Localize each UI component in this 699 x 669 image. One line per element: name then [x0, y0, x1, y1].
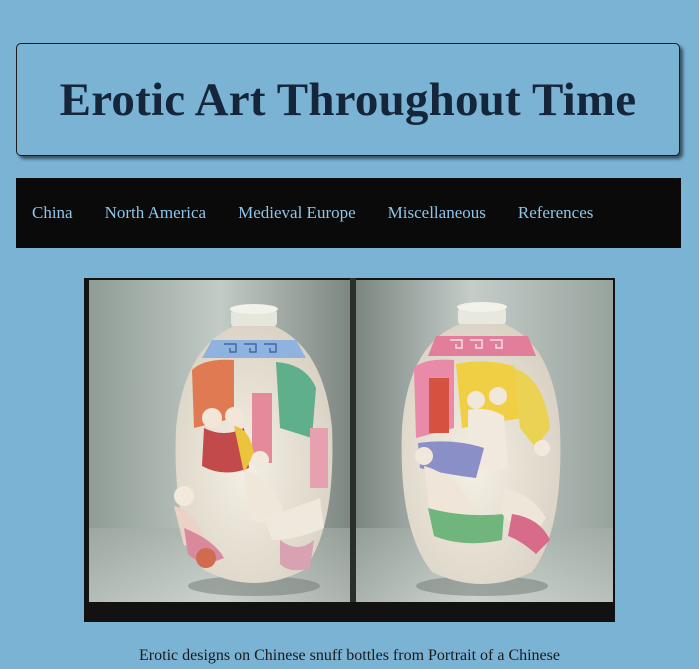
- nav-link-north-america[interactable]: North America: [105, 203, 207, 223]
- snuff-bottles-photo: [84, 278, 615, 622]
- main-nav: China North America Medieval Europe Misc…: [16, 178, 681, 248]
- nav-link-medieval-europe[interactable]: Medieval Europe: [238, 203, 356, 223]
- nav-link-references[interactable]: References: [518, 203, 594, 223]
- nav-link-china[interactable]: China: [32, 203, 73, 223]
- photo-caption: Erotic designs on Chinese snuff bottles …: [139, 647, 560, 664]
- site-title: Erotic Art Throughout Time: [59, 73, 637, 126]
- site-header: Erotic Art Throughout Time: [16, 43, 680, 156]
- nav-link-miscellaneous[interactable]: Miscellaneous: [388, 203, 486, 223]
